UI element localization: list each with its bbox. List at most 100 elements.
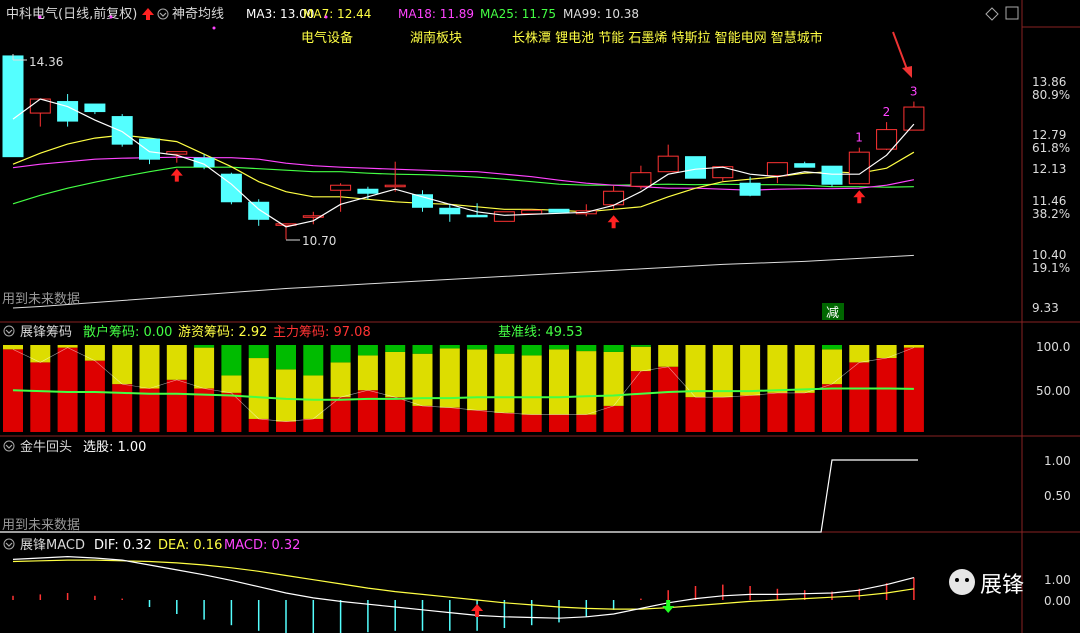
retail-chip-bar[interactable]	[822, 345, 842, 350]
hot-money-chip-bar[interactable]	[658, 345, 679, 367]
hot-money-chip-bar[interactable]	[303, 375, 324, 419]
candle[interactable]	[739, 182, 761, 196]
retail-chip-bar[interactable]	[549, 345, 569, 350]
hot-money-chip-bar[interactable]	[3, 345, 23, 350]
main-force-chip-bar[interactable]	[439, 407, 460, 432]
candle[interactable]	[548, 208, 570, 213]
hot-money-chip-bar[interactable]	[139, 345, 160, 389]
main-force-chip-bar[interactable]	[740, 395, 761, 432]
hot-money-chip-bar[interactable]	[849, 345, 870, 363]
candle[interactable]	[821, 165, 843, 185]
tag-concepts[interactable]: 长株潭 锂电池 节能 石墨烯 特斯拉 智能电网 智慧城市	[512, 30, 823, 46]
hot-money-chip-bar[interactable]	[822, 349, 842, 385]
hot-money-chip-bar[interactable]	[84, 345, 105, 361]
hot-money-chip-bar[interactable]	[385, 351, 406, 398]
bull-title[interactable]: 金牛回头	[20, 439, 72, 455]
hot-money-chip-bar[interactable]	[194, 347, 215, 389]
main-force-chip-bar[interactable]	[549, 414, 569, 432]
tag-industry[interactable]: 电气设备	[301, 30, 353, 46]
main-force-chip-bar[interactable]	[767, 392, 788, 432]
retail-chip-bar[interactable]	[221, 345, 242, 376]
candle[interactable]	[384, 184, 406, 188]
hot-money-chip-bar[interactable]	[903, 345, 924, 348]
retail-chip-bar[interactable]	[276, 345, 296, 370]
hot-money-chip-bar[interactable]	[521, 355, 542, 415]
stock-title[interactable]: 中科电气(日线,前复权)	[6, 6, 137, 22]
candle[interactable]	[521, 209, 543, 215]
main-force-chip-bar[interactable]	[30, 362, 51, 432]
retail-chip-bar[interactable]	[576, 345, 597, 352]
hot-money-chip-bar[interactable]	[740, 345, 761, 396]
retail-chip-bar[interactable]	[357, 345, 378, 356]
main-force-chip-bar[interactable]	[84, 360, 105, 432]
candle[interactable]	[848, 151, 870, 185]
candle[interactable]	[493, 211, 515, 222]
main-force-chip-bar[interactable]	[685, 397, 706, 432]
main-force-chip-bar[interactable]	[412, 405, 433, 432]
candle[interactable]	[466, 214, 488, 218]
main-force-chip-bar[interactable]	[57, 347, 78, 432]
main-force-chip-bar[interactable]	[467, 410, 488, 432]
candle[interactable]	[111, 116, 133, 145]
retail-chip-bar[interactable]	[439, 345, 460, 349]
retail-chip-bar[interactable]	[521, 345, 542, 356]
main-force-chip-bar[interactable]	[494, 412, 515, 432]
hot-money-chip-bar[interactable]	[30, 345, 51, 363]
candle[interactable]	[685, 156, 706, 179]
macd-title[interactable]: 展锋MACD	[20, 538, 85, 553]
retail-chip-bar[interactable]	[603, 345, 624, 352]
main-force-chip-bar[interactable]	[603, 405, 624, 432]
main-force-chip-bar[interactable]	[849, 362, 870, 432]
retail-chip-bar[interactable]	[494, 345, 515, 354]
main-force-chip-bar[interactable]	[794, 392, 815, 432]
hot-money-chip-bar[interactable]	[712, 345, 733, 398]
candle[interactable]	[603, 190, 625, 206]
main-force-chip-bar[interactable]	[521, 414, 542, 432]
hot-money-chip-bar[interactable]	[876, 345, 897, 359]
main-force-chip-bar[interactable]	[385, 397, 406, 432]
main-force-chip-bar[interactable]	[822, 384, 842, 432]
retail-chip-bar[interactable]	[303, 345, 324, 376]
main-force-chip-bar[interactable]	[903, 347, 924, 432]
candle[interactable]	[248, 201, 270, 220]
main-force-chip-bar[interactable]	[876, 358, 897, 432]
retail-chip-bar[interactable]	[467, 345, 488, 350]
hot-money-chip-bar[interactable]	[330, 362, 351, 398]
candle[interactable]	[330, 184, 352, 191]
tag-region[interactable]: 湖南板块	[410, 30, 462, 46]
hot-money-chip-bar[interactable]	[576, 351, 597, 415]
main-force-chip-bar[interactable]	[112, 384, 133, 432]
retail-chip-bar[interactable]	[385, 345, 406, 352]
hot-money-chip-bar[interactable]	[248, 358, 269, 419]
main-force-chip-bar[interactable]	[712, 397, 733, 432]
candle[interactable]	[84, 103, 106, 113]
hot-money-chip-bar[interactable]	[549, 349, 569, 415]
hot-money-chip-bar[interactable]	[603, 351, 624, 406]
candle[interactable]	[766, 162, 788, 177]
hot-money-chip-bar[interactable]	[166, 345, 187, 380]
hot-money-chip-bar[interactable]	[767, 345, 788, 393]
candle[interactable]	[357, 188, 379, 194]
candle[interactable]	[139, 138, 160, 160]
main-force-chip-bar[interactable]	[303, 418, 324, 432]
hot-money-chip-bar[interactable]	[467, 349, 488, 411]
hot-money-chip-bar[interactable]	[357, 355, 378, 391]
main-force-chip-bar[interactable]	[357, 390, 378, 432]
main-force-chip-bar[interactable]	[248, 418, 269, 432]
retail-chip-bar[interactable]	[630, 345, 651, 347]
retail-chip-bar[interactable]	[330, 345, 351, 363]
retail-chip-bar[interactable]	[248, 345, 269, 359]
retail-chip-bar[interactable]	[194, 345, 215, 348]
main-force-chip-bar[interactable]	[576, 414, 597, 432]
indicator-name[interactable]: 神奇均线	[172, 6, 224, 22]
candle[interactable]	[657, 155, 679, 173]
hot-money-chip-bar[interactable]	[221, 375, 242, 393]
candle[interactable]	[794, 163, 816, 168]
hot-money-chip-bar[interactable]	[794, 345, 815, 393]
main-force-chip-bar[interactable]	[276, 421, 296, 432]
main-force-chip-bar[interactable]	[658, 366, 679, 432]
hot-money-chip-bar[interactable]	[57, 345, 78, 348]
main-force-chip-bar[interactable]	[139, 388, 160, 433]
candle[interactable]	[712, 166, 734, 179]
hot-money-chip-bar[interactable]	[276, 369, 296, 422]
